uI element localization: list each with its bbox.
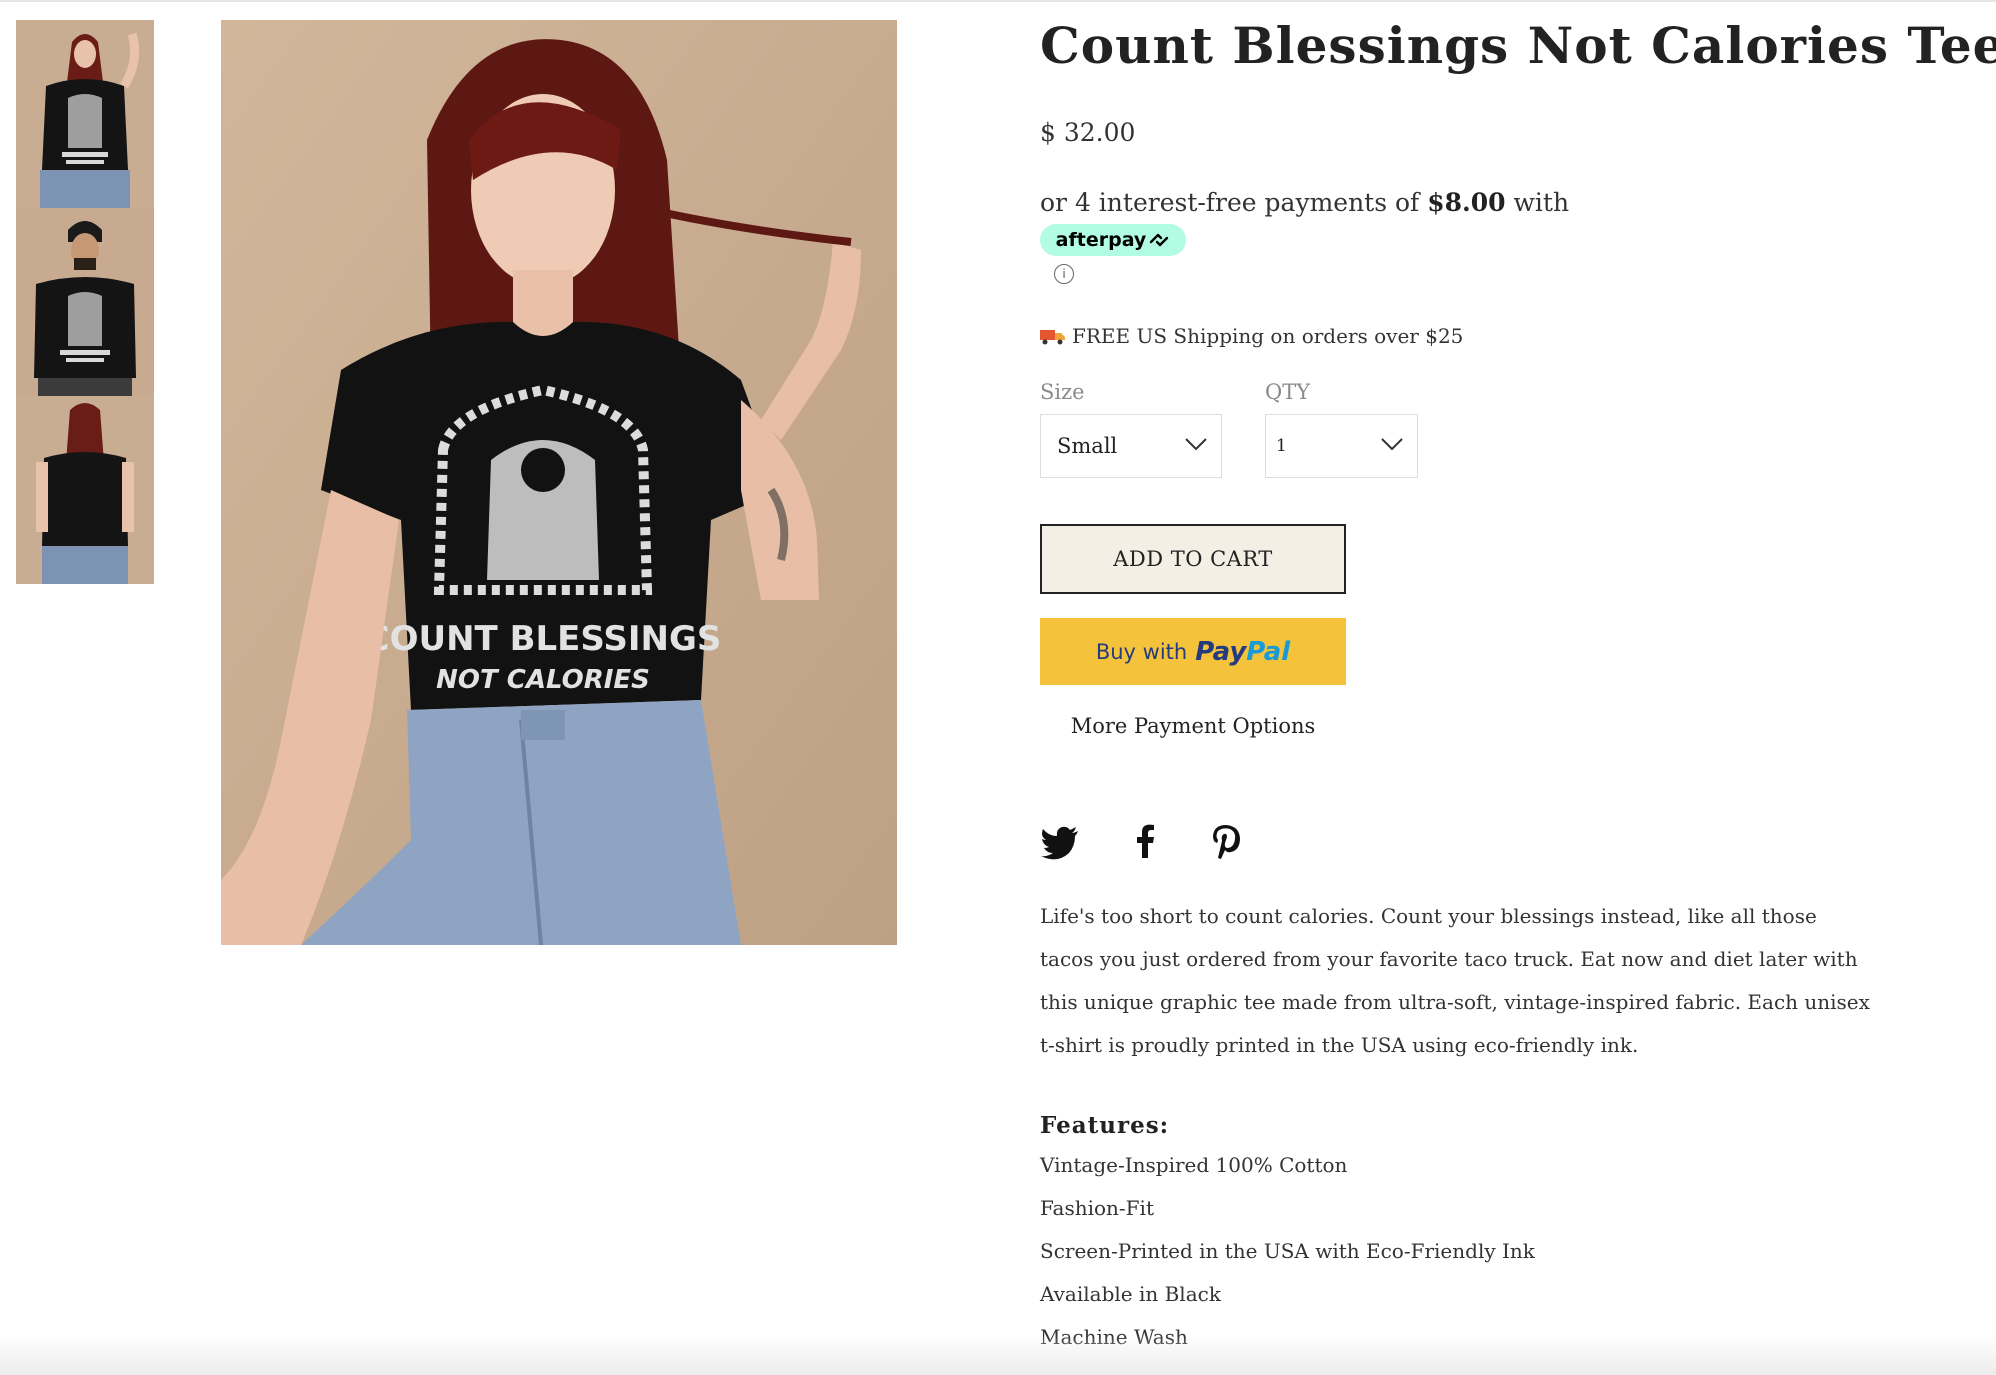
paypal-button[interactable]: Buy with PayPal xyxy=(1040,618,1346,685)
pinterest-icon[interactable] xyxy=(1206,822,1246,862)
afterpay-prefix: or 4 interest-free payments of xyxy=(1040,188,1428,217)
twitter-icon[interactable] xyxy=(1040,822,1080,862)
afterpay-suffix: with xyxy=(1505,188,1570,217)
product-title: Count Blessings Not Calories Tee xyxy=(1040,16,1996,75)
product-description: Life's too short to count calories. Coun… xyxy=(1040,904,1870,1057)
window-bottom-edge xyxy=(0,1335,1996,1375)
more-payment-options-link[interactable]: More Payment Options xyxy=(1040,714,1346,738)
size-selected-value: Small xyxy=(1057,434,1118,458)
product-price: $ 32.00 xyxy=(1040,118,1136,147)
shirt-print-line-1: COUNT BLESSINGS xyxy=(365,619,722,659)
thumbnail-front-man[interactable] xyxy=(16,208,154,396)
feature-item: Fashion-Fit xyxy=(1040,1196,1154,1220)
truck-icon xyxy=(1040,330,1065,345)
main-product-image[interactable]: COUNT BLESSINGS NOT CALORIES xyxy=(221,20,897,945)
paypal-prefix: Buy with xyxy=(1095,639,1188,664)
facebook-icon[interactable] xyxy=(1126,822,1166,862)
shipping-text: FREE US Shipping on orders over $25 xyxy=(1072,324,1464,348)
shipping-notice: FREE US Shipping on orders over $25 xyxy=(1040,324,1463,348)
thumbnail-strip xyxy=(16,20,154,584)
feature-item: Vintage-Inspired 100% Cotton xyxy=(1040,1153,1348,1177)
afterpay-logo-text: afterpay xyxy=(1055,229,1147,251)
thumbnail-front-woman[interactable] xyxy=(16,20,154,208)
afterpay-arrows-icon xyxy=(1150,233,1169,247)
qty-select[interactable]: 1 xyxy=(1265,414,1418,478)
shirt-print-line-2: NOT CALORIES xyxy=(436,665,650,695)
paypal-logo-pay: Pay xyxy=(1195,636,1247,667)
add-to-cart-button[interactable]: ADD TO CART xyxy=(1040,524,1346,594)
afterpay-info-icon[interactable]: i xyxy=(1054,264,1074,284)
afterpay-badge[interactable]: afterpay xyxy=(1040,224,1186,256)
feature-item: Available in Black xyxy=(1040,1282,1221,1306)
size-label: Size xyxy=(1040,380,1085,404)
qty-label: QTY xyxy=(1265,380,1311,404)
size-select[interactable]: Small xyxy=(1040,414,1222,478)
paypal-logo-pal: Pal xyxy=(1246,636,1291,667)
afterpay-text: or 4 interest-free payments of $8.00 wit… xyxy=(1040,188,1569,217)
afterpay-amount: $8.00 xyxy=(1427,188,1506,217)
qty-selected-value: 1 xyxy=(1276,436,1287,456)
top-divider xyxy=(0,0,1996,2)
feature-item: Screen-Printed in the USA with Eco-Frien… xyxy=(1040,1239,1535,1263)
chevron-down-icon xyxy=(1381,438,1403,451)
chevron-down-icon xyxy=(1185,438,1207,451)
paypal-logo: PayPal xyxy=(1195,637,1290,667)
features-heading: Features: xyxy=(1040,1112,1170,1139)
thumbnail-back-woman[interactable] xyxy=(16,396,154,584)
features-list: Vintage-Inspired 100% Cotton Fashion-Fit… xyxy=(1040,1144,1535,1359)
